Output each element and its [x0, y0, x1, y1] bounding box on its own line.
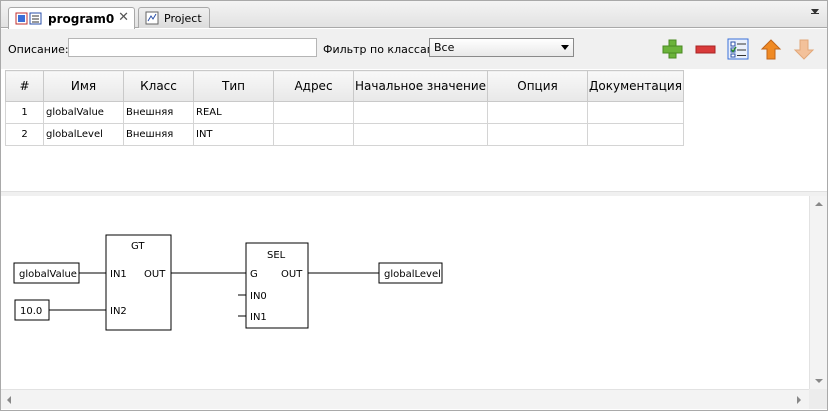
column-header-name[interactable]: Имя: [43, 70, 124, 102]
scroll-right-icon[interactable]: [797, 396, 801, 404]
pin-label: OUT: [281, 269, 303, 280]
cell-option[interactable]: [487, 123, 588, 146]
pin-label: IN0: [250, 291, 267, 302]
tab-project[interactable]: Project: [138, 7, 210, 28]
checklist-icon[interactable]: [727, 38, 749, 60]
tab-bar: program0 ✕ Project: [1, 1, 827, 29]
horizontal-scrollbar[interactable]: [1, 389, 809, 409]
fbd-diagram-canvas[interactable]: globalValue 10.0 GT IN1 OUT IN2 SEL G OU…: [1, 196, 809, 389]
cell-name[interactable]: globalValue: [43, 101, 124, 124]
cell-type[interactable]: REAL: [193, 101, 274, 124]
block-title: GT: [131, 241, 145, 252]
column-header-type[interactable]: Тип: [193, 70, 274, 102]
tab-list-bar-icon: [811, 13, 819, 14]
cell-num: 2: [5, 123, 44, 146]
vertical-scrollbar[interactable]: [809, 196, 827, 389]
fbd-diagram-svg: globalValue 10.0 GT IN1 OUT IN2 SEL G OU…: [13, 234, 443, 331]
move-down-icon[interactable]: [793, 38, 815, 60]
pin-label: G: [250, 269, 258, 280]
cell-documentation[interactable]: [587, 101, 684, 124]
close-icon[interactable]: ✕: [118, 10, 129, 25]
block-title: SEL: [267, 250, 286, 261]
cell-num: 1: [5, 101, 44, 124]
sel-function-block[interactable]: SEL G OUT IN0 IN1: [245, 242, 309, 329]
variables-table: # Имя Класс Тип Адрес Начальное значение…: [5, 70, 684, 146]
output-variable-global-level[interactable]: globalLevel: [378, 262, 443, 284]
tab-label: program0: [48, 11, 115, 26]
program-icon: [15, 12, 42, 24]
pin-label: IN1: [110, 269, 127, 280]
pin-label: OUT: [144, 269, 166, 280]
tab-label: Project: [164, 11, 202, 25]
scroll-down-icon[interactable]: [815, 379, 823, 383]
gt-function-block[interactable]: GT IN1 OUT IN2: [105, 234, 172, 331]
scroll-left-icon[interactable]: [7, 396, 11, 404]
move-up-icon[interactable]: [760, 38, 782, 60]
variables-table-area: # Имя Класс Тип Адрес Начальное значение…: [1, 69, 827, 191]
pin-label: IN2: [110, 306, 127, 317]
cell-name[interactable]: globalLevel: [43, 123, 124, 146]
column-header-initial-value[interactable]: Начальное значение: [353, 70, 488, 102]
cell-option[interactable]: [487, 101, 588, 124]
description-label: Описание:: [8, 43, 69, 56]
tab-program0[interactable]: program0 ✕: [8, 7, 135, 29]
column-header-address[interactable]: Адрес: [273, 70, 354, 102]
scrollbar-corner: [809, 389, 827, 409]
class-filter-select[interactable]: Все: [429, 38, 574, 57]
add-icon[interactable]: [661, 38, 683, 60]
pin-label: IN1: [250, 312, 267, 323]
variable-label: globalLevel: [384, 269, 441, 280]
column-header-documentation[interactable]: Документация: [587, 70, 684, 102]
constant-label: 10.0: [20, 306, 42, 317]
constant-value[interactable]: 10.0: [14, 299, 50, 321]
cell-initial-value[interactable]: [353, 101, 488, 124]
column-header-num[interactable]: #: [5, 70, 44, 102]
cell-documentation[interactable]: [587, 123, 684, 146]
project-icon: [145, 11, 159, 25]
class-filter-label: Фильтр по классам:: [323, 43, 439, 56]
column-header-class[interactable]: Класс: [123, 70, 194, 102]
scroll-up-icon[interactable]: [815, 202, 823, 206]
column-header-option[interactable]: Опция: [487, 70, 588, 102]
cell-class[interactable]: Внешняя: [123, 123, 194, 146]
chevron-down-icon: [561, 45, 569, 50]
editor-window: program0 ✕ Project Описание: Фильтр по к…: [0, 0, 828, 411]
description-input[interactable]: [68, 38, 317, 57]
cell-type[interactable]: INT: [193, 123, 274, 146]
remove-icon[interactable]: [694, 38, 716, 60]
variables-toolbar: Описание: Фильтр по классам: Все: [1, 29, 827, 69]
cell-address[interactable]: [273, 123, 354, 146]
input-variable-global-value[interactable]: globalValue: [13, 262, 80, 284]
table-row[interactable]: 1 globalValue Внешняя REAL: [5, 101, 684, 124]
cell-class[interactable]: Внешняя: [123, 101, 194, 124]
variable-label: globalValue: [19, 269, 77, 280]
cell-address[interactable]: [273, 101, 354, 124]
table-row[interactable]: 2 globalLevel Внешняя INT: [5, 123, 684, 146]
class-filter-value: Все: [434, 41, 455, 54]
cell-initial-value[interactable]: [353, 123, 488, 146]
